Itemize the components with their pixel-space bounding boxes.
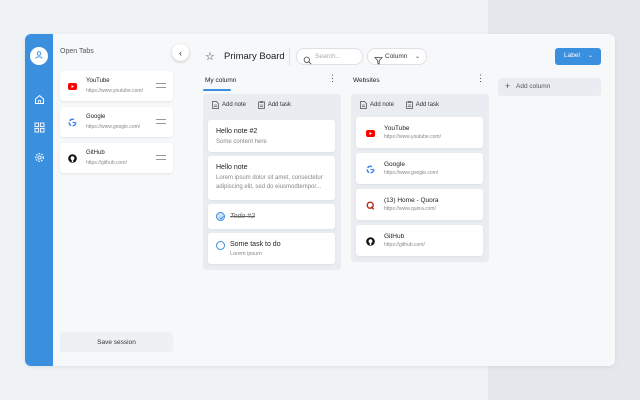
task-text: Todo #2 bbox=[230, 213, 256, 220]
add-task-label: Add task bbox=[415, 102, 440, 108]
link-card[interactable]: (13) Home - Quora https://www.quora.com/ bbox=[356, 189, 483, 220]
open-tabs-title: Open Tabs bbox=[60, 48, 94, 55]
note-icon bbox=[360, 101, 367, 109]
google-icon bbox=[365, 164, 375, 174]
app-window: Open Tabs YouTube https://www.youtube.co… bbox=[25, 34, 615, 366]
column-menu-icon[interactable]: ⋮ bbox=[328, 74, 337, 83]
drag-handle-icon[interactable] bbox=[156, 155, 166, 160]
check-icon bbox=[218, 215, 224, 220]
open-tab-url: https://github.com/ bbox=[86, 160, 127, 166]
column-actions: Add note Add task bbox=[212, 101, 301, 111]
task-checkbox[interactable] bbox=[216, 212, 225, 221]
user-avatar-button[interactable] bbox=[30, 47, 48, 65]
open-tab-url: https://www.youtube.com/ bbox=[86, 88, 143, 94]
user-icon bbox=[34, 47, 44, 65]
chevron-down-icon: ⌄ bbox=[415, 54, 421, 60]
label-dropdown-button[interactable]: Label ⌄ bbox=[555, 48, 601, 65]
link-url: https://www.youtube.com/ bbox=[384, 134, 441, 140]
filter-label: Column bbox=[385, 53, 408, 60]
board-area: ☆ Primary Board Search... Column ⌄ Label… bbox=[183, 34, 615, 366]
link-title: YouTube bbox=[384, 125, 410, 132]
column-body: Add note Add task Hello note #2 Some con… bbox=[203, 94, 341, 270]
open-tab-title: GitHub bbox=[86, 150, 105, 156]
add-note-button[interactable]: Add note bbox=[360, 101, 394, 109]
link-card[interactable]: Google https://www.google.com/ bbox=[356, 153, 483, 184]
open-tab-title: Google bbox=[86, 114, 106, 120]
add-task-button[interactable]: Add task bbox=[257, 101, 292, 109]
youtube-icon bbox=[67, 81, 77, 91]
github-icon bbox=[365, 236, 375, 246]
link-title: Google bbox=[384, 161, 405, 168]
column-title: My column bbox=[205, 77, 237, 84]
sidebar-item-boards[interactable] bbox=[32, 122, 46, 136]
link-card[interactable]: GitHub https://github.com/ bbox=[356, 225, 483, 256]
grid-icon bbox=[34, 120, 45, 138]
link-url: https://github.com/ bbox=[384, 242, 425, 248]
save-session-button[interactable]: Save session bbox=[60, 332, 173, 352]
column-active-underline bbox=[203, 89, 231, 91]
link-url: https://www.quora.com/ bbox=[384, 206, 436, 212]
task-card[interactable]: Some task to do Lorem ipsum bbox=[208, 233, 335, 264]
task-text: Some task to do bbox=[230, 241, 281, 248]
filter-icon bbox=[374, 52, 383, 70]
youtube-icon bbox=[365, 128, 375, 138]
link-card[interactable]: YouTube https://www.youtube.com/ bbox=[356, 117, 483, 148]
search-input[interactable]: Search... bbox=[296, 48, 363, 65]
sidebar-item-home[interactable] bbox=[32, 94, 46, 108]
column-actions: Add note Add task bbox=[360, 101, 449, 111]
note-title: Hello note bbox=[216, 164, 248, 171]
clipboard-icon bbox=[405, 101, 413, 109]
open-tab-item[interactable]: GitHub https://github.com/ bbox=[60, 143, 173, 173]
note-title: Hello note #2 bbox=[216, 128, 258, 135]
note-body: Some content here bbox=[216, 139, 267, 145]
add-task-label: Add task bbox=[267, 102, 292, 108]
github-icon bbox=[67, 153, 77, 163]
drag-handle-icon[interactable] bbox=[156, 83, 166, 88]
google-icon bbox=[67, 117, 77, 127]
add-column-label: Add column bbox=[516, 83, 551, 90]
note-card[interactable]: Hello note #2 Some content here bbox=[208, 120, 335, 152]
open-tab-item[interactable]: Google https://www.google.com/ bbox=[60, 107, 173, 137]
open-tabs-panel: Open Tabs YouTube https://www.youtube.co… bbox=[53, 34, 183, 366]
link-title: GitHub bbox=[384, 233, 405, 240]
open-tab-item[interactable]: YouTube https://www.youtube.com/ bbox=[60, 71, 173, 101]
add-column-button[interactable]: + Add column bbox=[498, 78, 601, 96]
add-note-label: Add note bbox=[222, 102, 247, 108]
column-filter-dropdown[interactable]: Column ⌄ bbox=[367, 48, 427, 65]
note-icon bbox=[212, 101, 219, 109]
sidebar-rail bbox=[25, 34, 53, 366]
chevron-down-icon: ⌄ bbox=[588, 53, 594, 59]
search-placeholder: Search... bbox=[315, 53, 342, 60]
header-divider bbox=[289, 48, 290, 66]
task-checkbox[interactable] bbox=[216, 241, 225, 250]
collapse-panel-button[interactable]: ‹ bbox=[172, 44, 189, 61]
column-title: Websites bbox=[353, 77, 380, 84]
star-icon[interactable]: ☆ bbox=[205, 50, 215, 63]
gear-icon bbox=[34, 150, 45, 168]
board-title: Primary Board bbox=[224, 51, 285, 62]
link-url: https://www.google.com/ bbox=[384, 170, 439, 176]
link-title: (13) Home - Quora bbox=[384, 197, 439, 204]
search-icon bbox=[303, 52, 312, 70]
note-body: Lorem ipsum dolor sit amet, consectetur … bbox=[216, 175, 323, 190]
task-subtext: Lorem ipsum bbox=[230, 251, 262, 257]
drag-handle-icon[interactable] bbox=[156, 119, 166, 124]
task-card[interactable]: Todo #2 bbox=[208, 204, 335, 229]
add-note-label: Add note bbox=[370, 102, 395, 108]
sidebar-item-settings[interactable] bbox=[32, 152, 46, 166]
column-menu-icon[interactable]: ⋮ bbox=[476, 74, 485, 83]
plus-icon: + bbox=[505, 81, 511, 91]
open-tab-title: YouTube bbox=[86, 78, 110, 84]
chevron-left-icon: ‹ bbox=[179, 47, 182, 58]
add-note-button[interactable]: Add note bbox=[212, 101, 246, 109]
board-header: ☆ Primary Board Search... Column ⌄ Label… bbox=[183, 34, 615, 80]
note-card[interactable]: Hello note Lorem ipsum dolor sit amet, c… bbox=[208, 156, 335, 200]
add-task-button[interactable]: Add task bbox=[405, 101, 440, 109]
open-tab-url: https://www.google.com/ bbox=[86, 124, 141, 130]
home-icon bbox=[34, 92, 45, 110]
quora-icon bbox=[365, 200, 375, 210]
clipboard-icon bbox=[257, 101, 265, 109]
column-body: Add note Add task YouTube https://www.yo… bbox=[351, 94, 489, 262]
label-button-text: Label bbox=[564, 52, 580, 59]
